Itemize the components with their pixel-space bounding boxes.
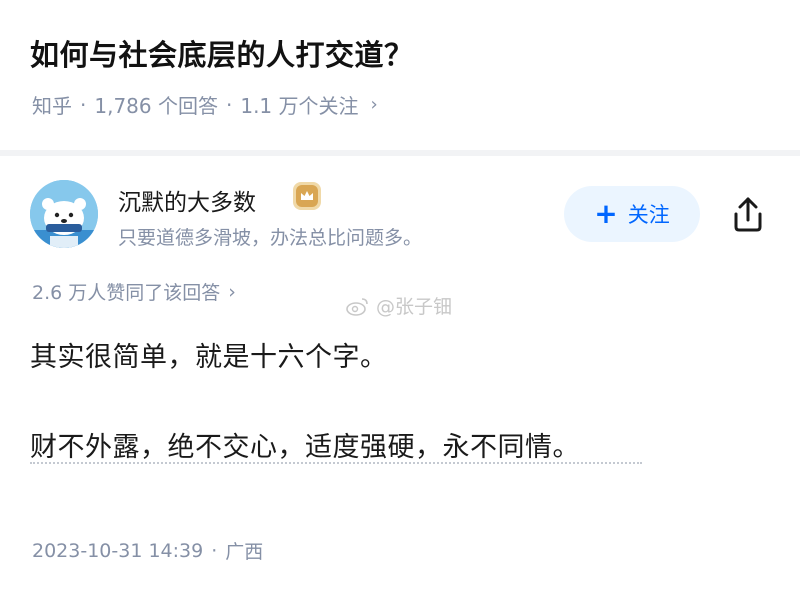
upvotes-count: 2.6 万人赞同了该回答	[32, 282, 221, 304]
followers-count: 1.1 万个关注	[240, 94, 359, 118]
author-bio: 只要道德多滑坡，办法总比问题多。	[118, 227, 423, 249]
meta-separator: ·	[80, 92, 87, 117]
answer-text-line: 财不外露，绝不交心，适度强硬，永不同情。	[30, 432, 580, 463]
answer-location: 广西	[225, 541, 264, 563]
author-name[interactable]: 沉默的大多数	[118, 183, 256, 217]
answer-footer: 2023-10-31 14:39 · 广西	[32, 537, 263, 564]
upvote-info[interactable]: 2.6 万人赞同了该回答 ›	[32, 278, 236, 305]
footer-separator: ·	[211, 539, 218, 562]
answers-count: 1,786 个回答	[94, 94, 218, 118]
source-label: 知乎	[32, 94, 72, 118]
watermark-text: @张子钿	[376, 296, 453, 318]
share-icon[interactable]	[728, 194, 768, 234]
follow-label: 关注	[627, 203, 670, 227]
watermark: @张子钿	[346, 292, 452, 319]
answer-text-line: 其实很简单，就是十六个字。	[30, 342, 388, 373]
plus-icon: +	[594, 197, 618, 230]
chevron-right-icon: ›	[228, 280, 236, 303]
question-meta[interactable]: 知乎 · 1,786 个回答 · 1.1 万个关注 ›	[32, 90, 378, 119]
weibo-icon	[346, 297, 368, 316]
avatar-polar-bear-icon	[30, 180, 98, 248]
crown-badge-icon	[292, 181, 322, 211]
section-divider	[0, 150, 800, 156]
meta-separator: ·	[225, 92, 233, 117]
chevron-right-icon: ›	[370, 94, 378, 115]
avatar[interactable]	[30, 180, 98, 248]
question-title[interactable]: 如何与社会底层的人打交道？	[30, 32, 414, 74]
dotted-underline	[30, 462, 642, 464]
answer-date: 2023-10-31 14:39	[32, 539, 204, 562]
follow-button[interactable]: + 关注	[564, 186, 700, 242]
